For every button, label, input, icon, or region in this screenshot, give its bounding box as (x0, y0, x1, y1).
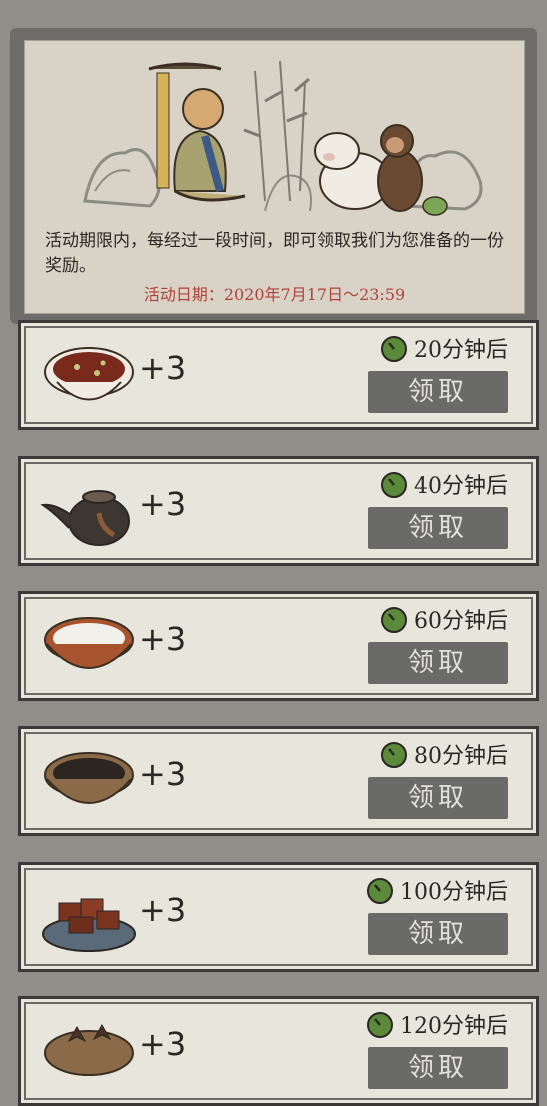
reward-row-2: +3 40分钟后 领取 (18, 456, 539, 566)
countdown: 40分钟后 (380, 467, 508, 501)
claim-button[interactable]: 领取 (368, 1047, 508, 1089)
clock-icon (381, 607, 407, 633)
countdown-text: 80分钟后 (414, 744, 508, 769)
claim-button[interactable]: 领取 (368, 507, 508, 549)
reward-row-6: +3 120分钟后 领取 (18, 996, 539, 1106)
countdown: 60分钟后 (380, 602, 508, 636)
reward-amount: +3 (139, 891, 187, 929)
claim-button[interactable]: 领取 (368, 371, 508, 413)
dark-bean-bowl-icon (44, 752, 134, 804)
reward-row-4: +3 80分钟后 领取 (18, 726, 539, 836)
bean-bowl-icon (44, 347, 134, 401)
clock-icon (381, 336, 407, 362)
countdown-text: 20分钟后 (414, 338, 508, 363)
reward-amount: +3 (139, 620, 187, 658)
claim-button[interactable]: 领取 (368, 913, 508, 955)
reward-row-1: +3 20分钟后 领取 (18, 320, 539, 430)
activity-banner: 活动期限内，每经过一段时间，即可领取我们为您准备的一份奖励。 活动日期：2020… (10, 28, 537, 324)
clock-icon (367, 1012, 393, 1038)
countdown-text: 100分钟后 (400, 880, 508, 905)
countdown: 100分钟后 (366, 873, 508, 907)
countdown-text: 40分钟后 (414, 474, 508, 499)
activity-date: 活动日期：2020年7月17日～23:59 (143, 285, 406, 304)
claim-button[interactable]: 领取 (368, 777, 508, 819)
teapot-icon (40, 490, 130, 546)
countdown-text: 60分钟后 (414, 609, 508, 634)
countdown: 80分钟后 (380, 737, 508, 771)
clock-icon (367, 878, 393, 904)
reward-amount: +3 (139, 349, 187, 387)
banner-panel: 活动期限内，每经过一段时间，即可领取我们为您准备的一份奖励。 活动日期：2020… (24, 40, 525, 314)
reward-amount: +3 (139, 485, 187, 523)
clock-icon (381, 742, 407, 768)
countdown: 20分钟后 (380, 331, 508, 365)
tofu-plate-icon (42, 898, 136, 952)
reward-row-5: +3 100分钟后 领取 (18, 862, 539, 972)
spice-bowl-icon (44, 1023, 134, 1076)
reward-row-3: +3 60分钟后 领取 (18, 591, 539, 701)
monk-animals-illustration (83, 60, 483, 216)
countdown-text: 120分钟后 (400, 1014, 508, 1039)
countdown: 120分钟后 (366, 1007, 508, 1041)
activity-description: 活动期限内，每经过一段时间，即可领取我们为您准备的一份奖励。 (45, 231, 504, 276)
claim-button[interactable]: 领取 (368, 642, 508, 684)
clock-icon (381, 472, 407, 498)
rice-bowl-icon (44, 617, 134, 669)
reward-amount: +3 (139, 1025, 187, 1063)
reward-amount: +3 (139, 755, 187, 793)
